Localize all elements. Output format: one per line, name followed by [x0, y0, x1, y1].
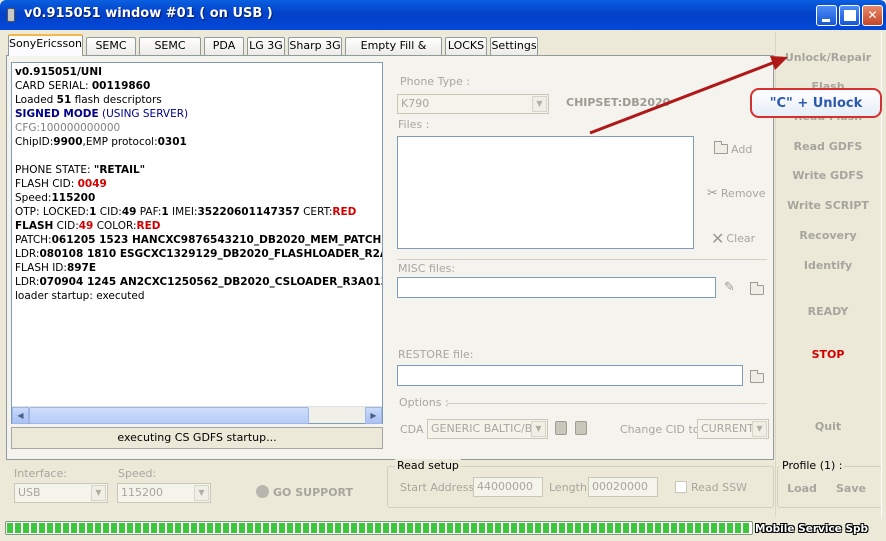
annotation-arrow	[589, 56, 788, 135]
annotation-callout: "C" + Unlock	[750, 88, 882, 118]
